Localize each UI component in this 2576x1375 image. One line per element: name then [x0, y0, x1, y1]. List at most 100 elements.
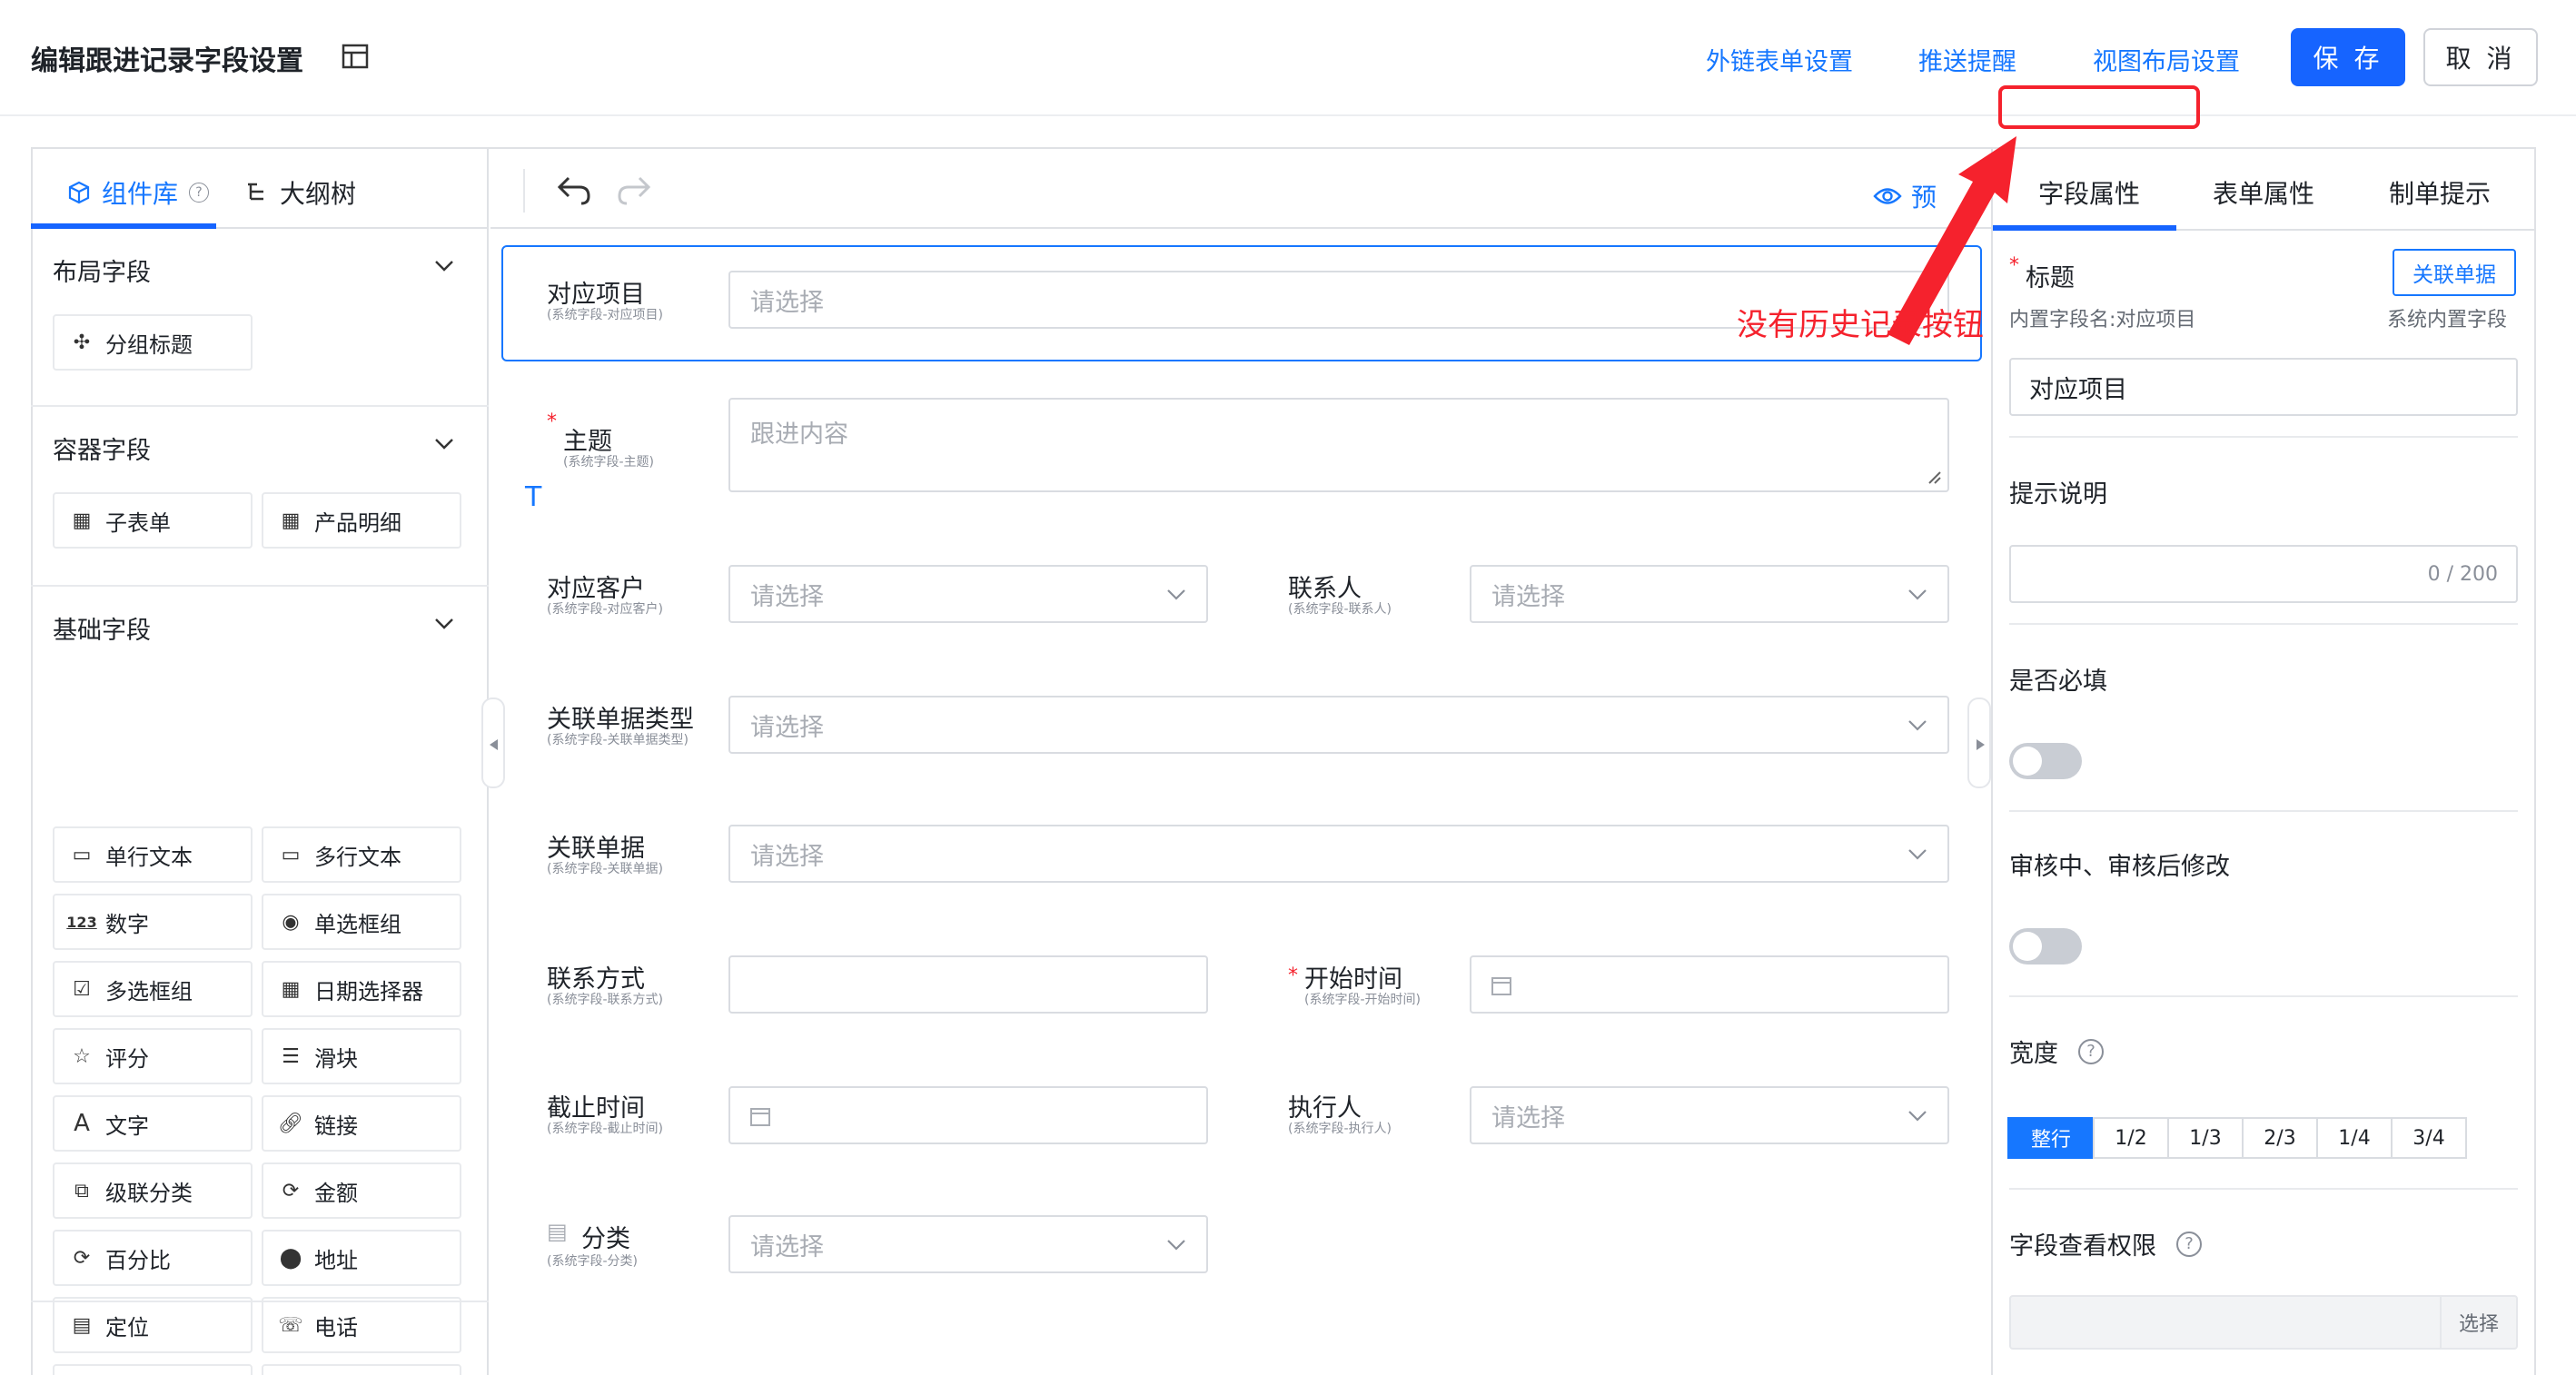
component-label: 分组标题	[105, 331, 193, 358]
cube-icon	[68, 181, 90, 204]
star-icon: ☆	[73, 1044, 91, 1068]
start-time-picker[interactable]	[1470, 955, 1949, 1014]
component-label: 级联分类	[105, 1180, 193, 1206]
component-subform[interactable]: ▦ 子表单	[53, 492, 253, 549]
builtin-field-tag: 系统内置字段	[2387, 309, 2508, 331]
width-option-full[interactable]: 整行	[2007, 1117, 2095, 1159]
component-multi-line-text[interactable]: ▭ 多行文本	[262, 826, 461, 883]
select-placeholder: 请选择	[750, 1232, 824, 1261]
component-checkbox-group[interactable]: ☑ 多选框组	[53, 961, 253, 1017]
tab-outline-tree[interactable]: 大纲树	[245, 174, 356, 211]
width-option-1-3[interactable]: 1/3	[2167, 1117, 2244, 1159]
width-option-3-4[interactable]: 3/4	[2391, 1117, 2467, 1159]
chevron-down-icon[interactable]	[434, 260, 454, 272]
component-radio-group[interactable]: ◉ 单选框组	[262, 894, 461, 950]
component-date-picker[interactable]: ▦ 日期选择器	[262, 961, 461, 1017]
width-option-2-3[interactable]: 2/3	[2242, 1117, 2318, 1159]
component-single-line-text[interactable]: ▭ 单行文本	[53, 826, 253, 883]
external-form-settings-link[interactable]: 外链表单设置	[1706, 42, 1853, 77]
width-option-1-2[interactable]: 1/2	[2093, 1117, 2169, 1159]
doc-icon: ▤	[547, 1219, 568, 1244]
caret-left-icon	[490, 739, 498, 750]
annotation-text: 没有历史记录按钮	[1737, 307, 1984, 343]
component-cascade-category[interactable]: ⧉ 级联分类	[53, 1162, 253, 1219]
layout-icon[interactable]	[342, 43, 369, 70]
component-positioning[interactable]: ▤ 定位	[53, 1297, 253, 1353]
component-slider[interactable]: ☰ 滑块	[262, 1028, 461, 1084]
view-permission-field[interactable]: 选择	[2009, 1295, 2518, 1350]
select-button[interactable]: 选择	[2440, 1297, 2516, 1348]
component-text[interactable]: A 文字	[53, 1095, 253, 1152]
customer-select[interactable]: 请选择	[728, 565, 1208, 623]
component-link[interactable]: 🔗︎ 链接	[262, 1095, 461, 1152]
component-address[interactable]: ⬤ 地址	[262, 1230, 461, 1286]
link-icon: 🔗︎	[278, 1112, 303, 1135]
properties-panel: 字段属性 表单属性 制单提示 * 标题 内置字段名:对应项目 系统内置字段 对应…	[1991, 149, 2536, 1375]
hint-input[interactable]: 0 / 200	[2009, 545, 2518, 603]
help-icon[interactable]: ?	[189, 183, 210, 203]
tab-field-properties[interactable]: 字段属性	[2038, 174, 2140, 211]
end-time-picker[interactable]	[728, 1086, 1208, 1144]
contact-method-input[interactable]	[728, 955, 1208, 1014]
multi-line-icon: ▭	[281, 843, 301, 866]
divider	[2009, 436, 2518, 438]
category-select[interactable]: 请选择	[728, 1215, 1208, 1273]
component-label: 产品明细	[314, 509, 401, 536]
required-toggle[interactable]	[2009, 743, 2082, 779]
component-amount[interactable]: ⟳ 金额	[262, 1162, 461, 1219]
tab-form-properties[interactable]: 表单属性	[2213, 174, 2314, 211]
edit-after-review-toggle[interactable]	[2009, 928, 2082, 964]
width-option-1-4[interactable]: 1/4	[2316, 1117, 2393, 1159]
doc-select[interactable]: 请选择	[728, 825, 1949, 883]
executor-select[interactable]: 请选择	[1470, 1086, 1949, 1144]
section-layout-fields: 布局字段 ✣ 分组标题	[31, 231, 489, 407]
cancel-button[interactable]: 取 消	[2423, 28, 2538, 86]
push-reminder-link[interactable]: 推送提醒	[1918, 42, 2016, 77]
save-button[interactable]: 保 存	[2291, 28, 2405, 86]
resize-handle-icon[interactable]	[1926, 469, 1942, 485]
view-layout-settings-link[interactable]: 视图布局设置	[2093, 42, 2240, 77]
field-sublabel: (系统字段-关联单据类型)	[547, 733, 689, 747]
help-icon[interactable]: ?	[2078, 1038, 2104, 1064]
component-label: 日期选择器	[314, 978, 423, 1004]
title-input[interactable]: 对应项目	[2009, 358, 2518, 416]
chevron-down-icon[interactable]	[434, 618, 454, 630]
help-icon[interactable]: ?	[2176, 1231, 2202, 1257]
contact-select[interactable]: 请选择	[1470, 565, 1949, 623]
component-group-title[interactable]: ✣ 分组标题	[53, 314, 253, 371]
component-phone[interactable]: ☏ 电话	[262, 1297, 461, 1353]
chevron-down-icon	[1167, 1240, 1185, 1251]
component-tag[interactable]: ⛉标签	[262, 1364, 461, 1375]
component-number[interactable]: 123 数字	[53, 894, 253, 950]
component-rating[interactable]: ☆ 评分	[53, 1028, 253, 1084]
component-product-detail[interactable]: ▦ 产品明细	[262, 492, 461, 549]
redo-icon[interactable]	[616, 174, 652, 205]
chevron-down-icon	[1908, 589, 1927, 600]
collapse-right-handle[interactable]	[1967, 697, 1991, 788]
text-icon: A	[74, 1110, 90, 1137]
field-sublabel: (系统字段-截止时间)	[547, 1122, 663, 1136]
subject-textarea[interactable]: 跟进内容	[728, 398, 1949, 492]
left-tabs: 组件库 ? 大纲树	[31, 147, 489, 229]
select-placeholder: 请选择	[750, 582, 824, 611]
component-email[interactable]: ✉邮箱	[53, 1364, 253, 1375]
divider	[2009, 995, 2518, 997]
field-label: 分类	[581, 1225, 630, 1253]
component-percentage[interactable]: ⟳ 百分比	[53, 1230, 253, 1286]
doc-type-select[interactable]: 请选择	[728, 696, 1949, 754]
tab-component-library[interactable]: 组件库 ?	[67, 174, 210, 211]
doc-icon: ▤	[72, 1313, 92, 1337]
canvas-toolbar	[490, 149, 1991, 229]
component-label: 金额	[314, 1180, 358, 1206]
section-container-fields: 容器字段 ▦ 子表单 ▦ 产品明细	[31, 409, 489, 587]
chevron-down-icon[interactable]	[434, 438, 454, 450]
required-asterisk: *	[547, 411, 557, 433]
page-title: 编辑跟进记录字段设置	[31, 45, 303, 77]
component-label: 多选框组	[105, 978, 193, 1004]
undo-icon[interactable]	[556, 174, 592, 205]
associate-document-button[interactable]: 关联单据	[2393, 249, 2516, 296]
annotation-highlight-box	[1998, 85, 2200, 129]
collapse-left-handle[interactable]	[481, 697, 505, 788]
tab-bill-tips[interactable]: 制单提示	[2389, 174, 2491, 211]
toolbar-separator	[523, 169, 525, 213]
